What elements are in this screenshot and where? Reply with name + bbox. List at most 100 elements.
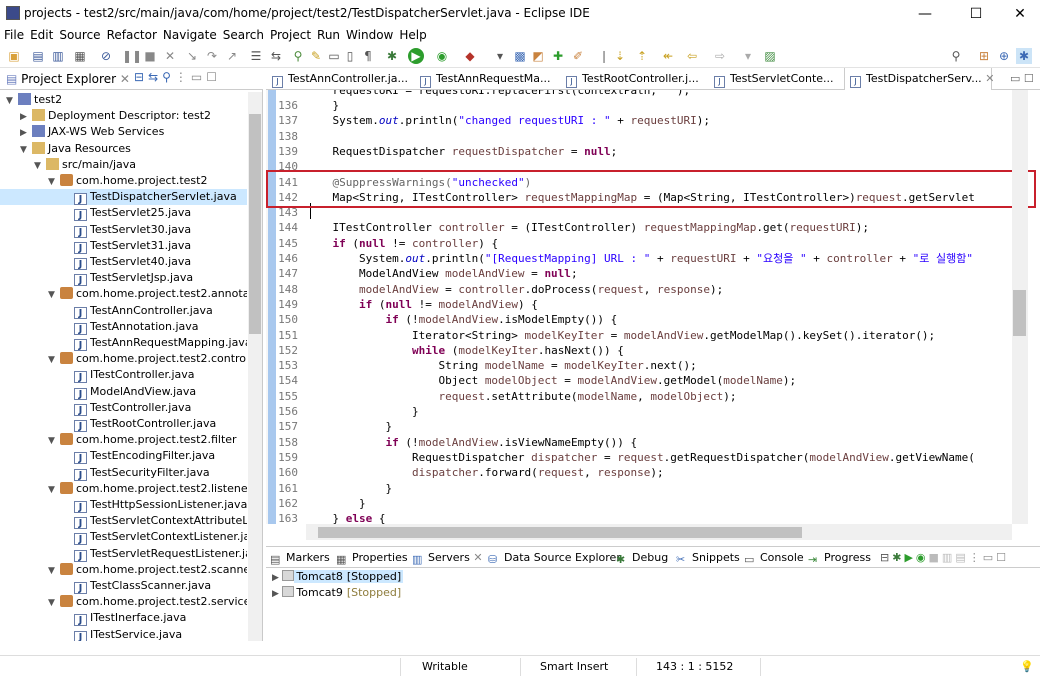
search-icon[interactable]: ⚲: [948, 48, 964, 64]
minimize-view-icon[interactable]: ▭: [983, 551, 996, 564]
tab-servers[interactable]: ▥ Servers ✕: [412, 551, 483, 566]
pin-editor-icon[interactable]: ▨: [762, 48, 778, 64]
toggle-ws-icon[interactable]: ▯: [342, 48, 358, 64]
tab-testrootcontroller[interactable]: J TestRootController.j...: [566, 72, 699, 88]
close-icon[interactable]: ✕: [473, 551, 482, 564]
coverage-icon[interactable]: ◉: [434, 48, 450, 64]
menu-run[interactable]: Run: [314, 28, 343, 42]
tree-file[interactable]: J TestServlet25.java: [0, 205, 247, 222]
toggle-block-icon[interactable]: ▭: [326, 48, 342, 64]
tree-file[interactable]: J TestController.java: [0, 400, 247, 416]
maximize-view-icon[interactable]: ☐: [206, 70, 221, 84]
maximize-button[interactable]: ☐: [961, 4, 991, 24]
forward-icon[interactable]: ⇨: [712, 48, 728, 64]
tab-snippets[interactable]: ✂ Snippets: [676, 551, 740, 566]
menu-source[interactable]: Source: [56, 28, 103, 42]
tab-data-source-explorer[interactable]: ⛁ Data Source Explorer: [488, 551, 621, 566]
tab-properties[interactable]: ▦ Properties: [336, 551, 408, 566]
tab-testservletcontext[interactable]: J TestServletConte...: [714, 72, 834, 88]
chevron-down-icon[interactable]: ▼: [48, 563, 60, 579]
chevron-right-icon[interactable]: ▶: [272, 573, 279, 583]
tree-file[interactable]: J ITestService.java: [0, 627, 247, 641]
dropdown-icon[interactable]: ▾: [492, 48, 508, 64]
lightbulb-icon[interactable]: 💡: [1020, 660, 1034, 673]
explorer-scroll-thumb[interactable]: [249, 114, 261, 334]
tree-package[interactable]: ▼ com.home.project.test2.controller: [0, 351, 247, 367]
link-editor-icon[interactable]: ⇆: [148, 70, 162, 84]
start-server-icon[interactable]: ▶: [904, 551, 915, 564]
run-icon[interactable]: ▶: [408, 48, 424, 64]
open-type-icon[interactable]: ✐: [570, 48, 586, 64]
show-whitespace-icon[interactable]: ¶: [360, 48, 376, 64]
profile-server-icon[interactable]: ◉: [916, 551, 929, 564]
tree-file[interactable]: J TestClassScanner.java: [0, 578, 247, 594]
menu-refactor[interactable]: Refactor: [104, 28, 160, 42]
chevron-down-icon[interactable]: ▼: [48, 482, 60, 498]
tree-item[interactable]: ▼ Java Resources: [0, 141, 247, 157]
terminate-icon[interactable]: ■: [142, 48, 158, 64]
chevron-down-icon[interactable]: ▼: [6, 93, 18, 109]
chevron-down-icon[interactable]: ▼: [48, 287, 60, 303]
tree-package[interactable]: ▼ com.home.project.test2.annotation: [0, 286, 247, 302]
tab-testanncontroller[interactable]: J TestAnnController.ja...: [272, 72, 408, 88]
view-menu-icon[interactable]: ⋮: [175, 70, 191, 84]
step-over-icon[interactable]: ↷: [204, 48, 220, 64]
tab-debug[interactable]: ✱ Debug: [616, 551, 668, 566]
new-class-icon[interactable]: ✚: [550, 48, 566, 64]
tree-file[interactable]: J TestEncodingFilter.java: [0, 448, 247, 465]
chevron-right-icon[interactable]: ▶: [20, 109, 32, 125]
tree-file[interactable]: JTestServletRequestListener.java: [0, 546, 247, 562]
tab-markers[interactable]: ▤ Markers: [270, 551, 330, 566]
code-editor[interactable]: requestURI = requestURI.replaceFirst(con…: [306, 90, 1012, 524]
menu-help[interactable]: Help: [396, 28, 429, 42]
tree-file[interactable]: J TestDispatcherServlet.java: [0, 189, 247, 206]
forward-menu-icon[interactable]: ▾: [740, 48, 756, 64]
print-icon[interactable]: ▦: [72, 48, 88, 64]
publish-icon[interactable]: ▥: [942, 551, 955, 564]
editor-horizontal-scroll-thumb[interactable]: [318, 527, 802, 538]
stop-server-icon[interactable]: ■: [929, 551, 942, 564]
save-icon[interactable]: ▤: [30, 48, 46, 64]
last-edit-icon[interactable]: ↞: [660, 48, 676, 64]
chevron-down-icon[interactable]: ▼: [48, 433, 60, 449]
tree-package[interactable]: ▼ com.home.project.test2.scanner: [0, 562, 247, 578]
tree-file[interactable]: J TestHttpSessionListener.java: [0, 497, 247, 513]
filter-icon[interactable]: ⚲: [162, 70, 175, 84]
debug-icon[interactable]: ✱: [384, 48, 400, 64]
minimize-button[interactable]: —: [910, 4, 940, 24]
debug-perspective-icon[interactable]: ✱: [1016, 48, 1032, 64]
server-tomcat8[interactable]: ▶ Tomcat8 [Stopped]: [272, 569, 404, 586]
next-annotation-icon[interactable]: ⇣: [612, 48, 628, 64]
tree-package[interactable]: ▼ com.home.project.test2.service: [0, 594, 247, 610]
tree-file[interactable]: J TestSecurityFilter.java: [0, 465, 247, 481]
skip-breakpoints-icon[interactable]: ⊘: [98, 48, 114, 64]
debug-server-icon[interactable]: ✱: [892, 551, 904, 564]
project-explorer-tab[interactable]: ▤ Project Explorer ✕ ⊟⇆⚲⋮▭☐: [0, 68, 263, 90]
tree-package[interactable]: ▼ com.home.project.test2.filter: [0, 432, 247, 448]
chevron-right-icon[interactable]: ▶: [20, 125, 32, 141]
tree-item[interactable]: ▶ JAX-WS Web Services: [0, 124, 247, 140]
tree-file[interactable]: J TestServletContextListener.java: [0, 529, 247, 546]
tree-file[interactable]: J ITestInerface.java: [0, 610, 247, 627]
new-java-project-icon[interactable]: ▩: [512, 48, 528, 64]
new-icon[interactable]: ▣: [6, 48, 22, 64]
drop-to-frame-icon[interactable]: ☰: [248, 48, 264, 64]
prev-annotation-icon[interactable]: ⇡: [634, 48, 650, 64]
chevron-down-icon[interactable]: ▼: [34, 158, 46, 174]
tree-file[interactable]: J TestAnnController.java: [0, 303, 247, 319]
tree-item[interactable]: ▼ test2: [0, 92, 247, 108]
chevron-down-icon[interactable]: ▼: [48, 352, 60, 368]
clean-icon[interactable]: ▤: [955, 551, 968, 564]
new-package-icon[interactable]: ◩: [530, 48, 546, 64]
chevron-down-icon[interactable]: ▼: [48, 174, 60, 190]
menu-edit[interactable]: Edit: [27, 28, 56, 42]
close-icon[interactable]: ✕: [120, 72, 130, 86]
suspend-icon[interactable]: ❚❚: [122, 48, 142, 64]
tree-file[interactable]: J TestServlet31.java: [0, 238, 247, 254]
menu-file[interactable]: File: [0, 28, 27, 42]
menu-project[interactable]: Project: [267, 28, 314, 42]
tree-file[interactable]: J TestAnnotation.java: [0, 319, 247, 335]
editor-vertical-scroll-thumb[interactable]: [1013, 290, 1026, 336]
tree-file[interactable]: J TestAnnRequestMapping.java: [0, 335, 247, 351]
chevron-down-icon[interactable]: ▼: [48, 595, 60, 611]
